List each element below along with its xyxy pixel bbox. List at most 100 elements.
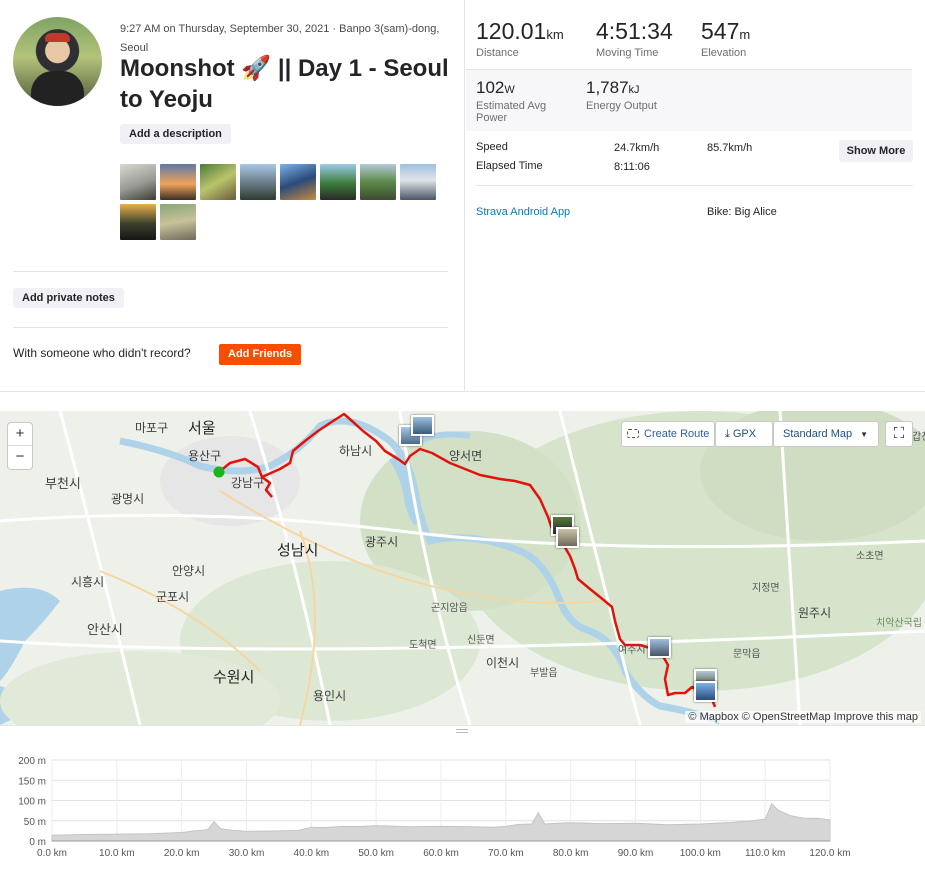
x-tick-label: 90.0 km bbox=[618, 848, 654, 859]
map-label: 양서면 bbox=[449, 447, 482, 464]
activity-summary-panel: 9:27 AM on Thursday, September 30, 2021 … bbox=[0, 0, 465, 392]
fullscreen-icon: ⛶ bbox=[894, 425, 905, 442]
stat-energy: 1,787kJ Energy Output bbox=[586, 78, 657, 112]
power-unit: W bbox=[504, 84, 514, 96]
show-more-button[interactable]: Show More bbox=[839, 140, 913, 162]
map-label: 광주시 bbox=[365, 533, 398, 550]
elapsed-time-label: Elapsed Time bbox=[476, 160, 543, 172]
resize-grip-icon bbox=[456, 729, 468, 733]
photo-thumbnail[interactable] bbox=[240, 164, 276, 200]
elevation-unit: m bbox=[739, 27, 750, 42]
zoom-in-button[interactable]: + bbox=[8, 423, 32, 446]
map-label: 갑천 bbox=[912, 428, 925, 443]
photo-thumbnail[interactable] bbox=[360, 164, 396, 200]
energy-unit: kJ bbox=[629, 84, 640, 96]
photo-thumbnail[interactable] bbox=[200, 164, 236, 200]
map-label: 마포구 bbox=[135, 419, 168, 436]
x-tick-label: 20.0 km bbox=[164, 848, 200, 859]
x-tick-label: 80.0 km bbox=[553, 848, 589, 859]
map-label: 도척면 bbox=[409, 636, 437, 651]
map-label: 시흥시 bbox=[71, 573, 104, 590]
x-tick-label: 40.0 km bbox=[294, 848, 330, 859]
map-style-label: Standard Map bbox=[783, 428, 852, 440]
athlete-avatar[interactable] bbox=[13, 17, 102, 106]
section-divider bbox=[13, 327, 448, 328]
elevation-chart[interactable]: 0 m50 m100 m150 m200 m0.0 km10.0 km20.0 … bbox=[0, 735, 925, 875]
map-label: 치악산국립 bbox=[876, 614, 922, 629]
map-label: 지정면 bbox=[752, 579, 780, 594]
speed-avg: 24.7km/h bbox=[614, 142, 659, 154]
section-divider bbox=[476, 185, 913, 186]
y-tick-label: 50 m bbox=[24, 817, 46, 828]
speed-label: Speed bbox=[476, 141, 508, 153]
map-label: 부발읍 bbox=[530, 664, 558, 679]
map-photo-pin[interactable] bbox=[648, 637, 671, 658]
map-label: 문막읍 bbox=[733, 645, 761, 660]
map-label: 하남시 bbox=[339, 442, 372, 459]
map-label: 용산구 bbox=[188, 447, 221, 464]
map-resize-handle[interactable] bbox=[0, 725, 925, 735]
map-photo-pin[interactable] bbox=[556, 527, 579, 548]
map-zoom-controls: + − bbox=[8, 423, 32, 469]
gpx-button[interactable]: ⤓GPX bbox=[716, 422, 772, 446]
add-friends-button[interactable]: Add Friends bbox=[219, 344, 301, 365]
device-link[interactable]: Strava Android App bbox=[476, 206, 570, 218]
download-icon: ⤓ bbox=[725, 428, 730, 440]
power-label: Estimated Avg Power bbox=[476, 100, 566, 124]
map-style-select[interactable]: Standard Map▼ bbox=[774, 422, 878, 446]
route-map[interactable]: 마포구 서울 용산구 강남구 부천시 광명시 성남시 광주시 안양시 시흥시 군… bbox=[0, 411, 925, 725]
map-label: 곤지암읍 bbox=[431, 599, 468, 614]
map-label: 수원시 bbox=[213, 666, 254, 687]
zoom-out-button[interactable]: − bbox=[8, 446, 32, 469]
moving-time-value: 4:51:34 bbox=[596, 18, 673, 45]
elapsed-time-value: 8:11:06 bbox=[614, 161, 650, 173]
stat-moving-time: 4:51:34 Moving Time bbox=[596, 18, 673, 59]
x-tick-label: 60.0 km bbox=[423, 848, 459, 859]
map-attribution[interactable]: © Mapbox © OpenStreetMap Improve this ma… bbox=[685, 711, 921, 723]
elevation-chart-svg: 0 m50 m100 m150 m200 m0.0 km10.0 km20.0 … bbox=[0, 735, 925, 875]
route-start-marker bbox=[214, 467, 225, 478]
moving-time-label: Moving Time bbox=[596, 47, 673, 59]
map-label: 서울 bbox=[188, 417, 216, 438]
avatar-cap bbox=[45, 33, 70, 42]
add-private-notes-button[interactable]: Add private notes bbox=[13, 288, 124, 308]
elevation-value: 547 bbox=[701, 18, 739, 44]
photo-thumbnail[interactable] bbox=[120, 204, 156, 240]
create-route-button[interactable]: Create Route bbox=[622, 422, 714, 446]
map-label: 여주시 bbox=[618, 641, 646, 656]
bike-name: Bike: Big Alice bbox=[707, 206, 777, 218]
photo-thumbnail[interactable] bbox=[160, 164, 196, 200]
x-tick-label: 120.0 km bbox=[809, 848, 850, 859]
map-label: 원주시 bbox=[798, 604, 831, 621]
photo-thumbnail[interactable] bbox=[320, 164, 356, 200]
distance-unit: km bbox=[546, 27, 563, 42]
fullscreen-button[interactable]: ⛶ bbox=[886, 422, 912, 446]
distance-value: 120.01 bbox=[476, 18, 546, 44]
stat-distance: 120.01km Distance bbox=[476, 18, 564, 59]
map-label: 안산시 bbox=[87, 619, 123, 638]
map-label: 소초면 bbox=[856, 547, 884, 562]
x-tick-label: 110.0 km bbox=[745, 848, 785, 859]
map-label: 강남구 bbox=[231, 474, 264, 491]
x-tick-label: 70.0 km bbox=[488, 848, 524, 859]
photo-thumbnail[interactable] bbox=[400, 164, 436, 200]
add-description-button[interactable]: Add a description bbox=[120, 124, 231, 144]
map-label: 광명시 bbox=[111, 490, 144, 507]
energy-value: 1,787 bbox=[586, 78, 629, 97]
map-label: 군포시 bbox=[156, 588, 189, 605]
x-tick-label: 10.0 km bbox=[99, 848, 135, 859]
photo-thumbnail[interactable] bbox=[280, 164, 316, 200]
map-photo-pin[interactable] bbox=[694, 681, 717, 702]
photo-thumbnail[interactable] bbox=[160, 204, 196, 240]
photo-thumbnail[interactable] bbox=[120, 164, 156, 200]
activity-header: 9:27 AM on Thursday, September 30, 2021 … bbox=[0, 0, 925, 392]
map-label: 성남시 bbox=[277, 539, 318, 560]
map-label: 용인시 bbox=[313, 687, 346, 704]
create-route-label: Create Route bbox=[644, 428, 709, 440]
map-photo-pin[interactable] bbox=[411, 415, 434, 436]
gpx-label: GPX bbox=[733, 428, 756, 440]
route-icon bbox=[627, 429, 639, 438]
activity-title[interactable]: Moonshot 🚀 || Day 1 - Seoul to Yeoju bbox=[120, 53, 450, 115]
y-tick-label: 0 m bbox=[29, 837, 46, 848]
speed-max: 85.7km/h bbox=[707, 142, 752, 154]
